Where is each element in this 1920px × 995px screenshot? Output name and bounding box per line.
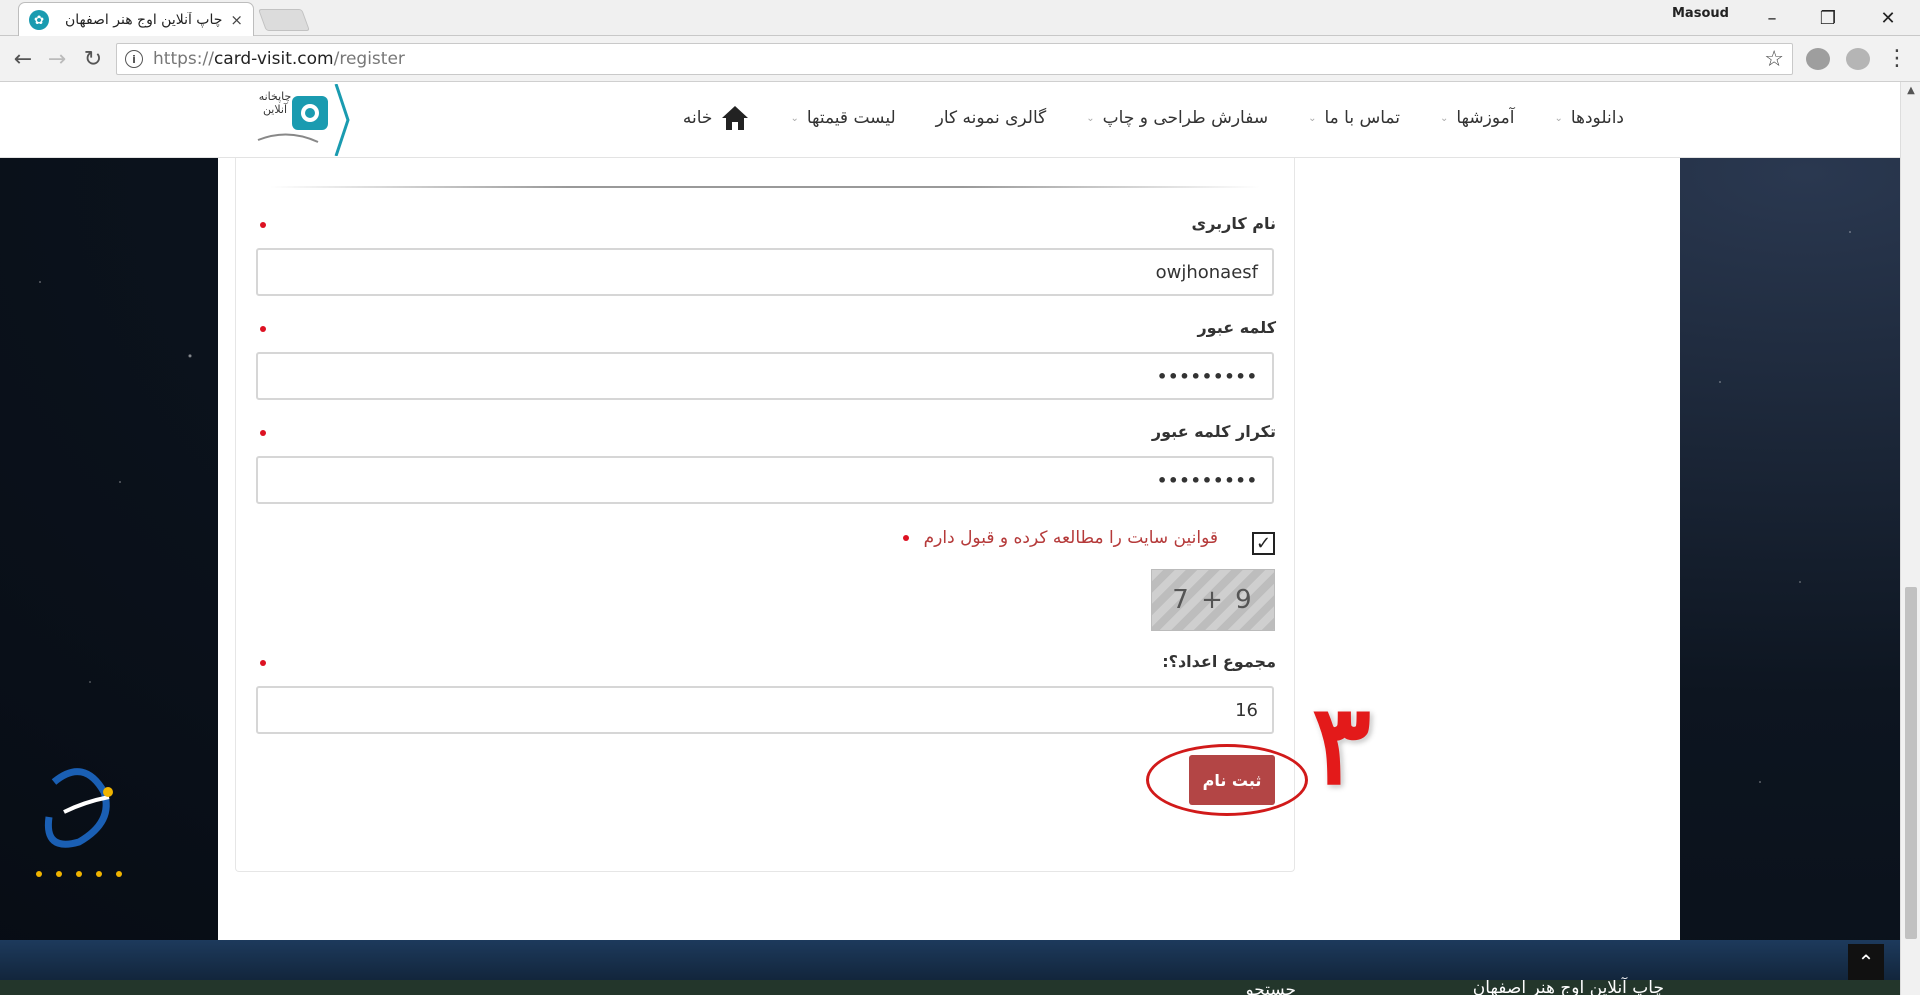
- chevron-down-icon: ⌄: [790, 112, 799, 124]
- password-confirm-label: تکرار کلمه عبور: [1151, 422, 1276, 441]
- profile-name[interactable]: Masoud: [1672, 6, 1729, 21]
- page-scrollbar[interactable]: ▲: [1900, 82, 1920, 995]
- extension-cloud-icon[interactable]: [1846, 48, 1870, 70]
- password-label: کلمه عبور: [1197, 318, 1276, 337]
- main-nav: خانه لیست قیمتها ⌄ گالری نمونه کار سفارش…: [643, 98, 1624, 138]
- nav-label-order: سفارش طراحی و چاپ: [1102, 108, 1269, 128]
- nav-label-gallery: گالری نمونه کار: [935, 108, 1047, 128]
- site-header: چاپخانه آنلاین خانه لیست قیمتها ⌄ گالری …: [0, 82, 1900, 158]
- enamad-trust-badge[interactable]: [24, 762, 134, 882]
- footer-title: چاپ آنلاین اوج هنر اصفهان: [1472, 978, 1664, 995]
- info-icon[interactable]: i: [125, 50, 143, 68]
- username-label: نام کاربری: [1191, 214, 1276, 233]
- browser-toolbar: ← → ↻ i https://card-visit.com/register …: [0, 36, 1920, 82]
- divider: [270, 186, 1260, 188]
- nav-item-tutorials[interactable]: آموزشها ⌄: [1440, 108, 1514, 128]
- tab-close-icon[interactable]: ×: [230, 11, 243, 29]
- annotation-step-number: ۳: [1312, 680, 1372, 809]
- nav-label-contact: تماس با ما: [1324, 108, 1400, 128]
- site-favicon-icon: ✿: [29, 9, 49, 30]
- back-button[interactable]: ←: [8, 44, 38, 74]
- page-viewport: چاپخانه آنلاین خانه لیست قیمتها ⌄ گالری …: [0, 82, 1900, 995]
- captcha-image: 7 + 9: [1151, 569, 1275, 631]
- nav-item-price-list[interactable]: لیست قیمتها ⌄: [790, 108, 895, 128]
- nav-item-downloads[interactable]: دانلودها ⌄: [1554, 108, 1624, 128]
- nav-label-downloads: دانلودها: [1570, 108, 1624, 128]
- captcha-sum-input[interactable]: 16: [256, 686, 1274, 734]
- restore-button[interactable]: ❐: [1800, 2, 1856, 34]
- extension-icon[interactable]: [1806, 48, 1830, 70]
- required-marker: [260, 430, 266, 436]
- minimize-button[interactable]: –: [1744, 2, 1800, 34]
- browser-tab[interactable]: ✿ چاپ آنلاین اوج هنر اصفهان ×: [18, 2, 254, 36]
- required-marker: [903, 535, 909, 541]
- new-tab-button[interactable]: [257, 9, 311, 31]
- forward-button[interactable]: →: [42, 44, 72, 74]
- scroll-up-icon[interactable]: ▲: [1901, 82, 1920, 98]
- scroll-thumb[interactable]: [1905, 587, 1917, 939]
- terms-label[interactable]: قوانین سایت را مطالعه کرده و قبول دارم: [924, 528, 1218, 548]
- annotation-highlight-ring: [1146, 744, 1308, 816]
- nav-item-contact[interactable]: تماس با ما ⌄: [1308, 108, 1400, 128]
- footer-search-heading: جستجو: [1245, 980, 1296, 995]
- url-path: /register: [333, 49, 405, 69]
- captcha-sum-label: مجموع اعداد؟:: [1162, 652, 1276, 671]
- site-footer: چاپ آنلاین اوج هنر اصفهان جستجو: [0, 940, 1900, 995]
- nav-item-home[interactable]: خانه: [683, 104, 751, 132]
- nav-label-home: خانه: [682, 108, 713, 128]
- browser-titlebar: ✿ چاپ آنلاین اوج هنر اصفهان × Masoud – ❐…: [0, 0, 1920, 36]
- close-window-button[interactable]: ✕: [1860, 2, 1916, 34]
- nav-label-price-list: لیست قیمتها: [806, 108, 896, 128]
- password-input[interactable]: •••••••••: [256, 352, 1274, 400]
- required-marker: [260, 660, 266, 666]
- chevron-down-icon: ⌄: [1439, 112, 1449, 124]
- chevron-down-icon: ⌄: [1554, 112, 1563, 124]
- nav-label-tutorials: آموزشها: [1456, 108, 1515, 128]
- nav-item-order[interactable]: سفارش طراحی و چاپ ⌄: [1086, 108, 1268, 128]
- bookmark-star-icon[interactable]: ☆: [1764, 47, 1784, 72]
- reload-button[interactable]: ↻: [78, 44, 108, 74]
- logo-text: چاپخانه آنلاین: [258, 90, 292, 116]
- url-text[interactable]: https://card-visit.com/register: [153, 49, 1764, 69]
- required-marker: [260, 326, 266, 332]
- tab-title: چاپ آنلاین اوج هنر اصفهان: [64, 11, 223, 28]
- required-marker: [260, 222, 266, 228]
- url-host: card-visit.com: [213, 49, 334, 69]
- home-icon: [722, 106, 749, 130]
- site-logo[interactable]: چاپخانه آنلاین: [248, 84, 352, 156]
- chevron-down-icon: ⌄: [1308, 112, 1317, 124]
- chevron-down-icon: ⌄: [1086, 112, 1095, 124]
- url-prefix: https://: [153, 49, 214, 69]
- back-to-top-icon[interactable]: ⌃: [1848, 944, 1884, 980]
- nav-item-gallery[interactable]: گالری نمونه کار: [936, 108, 1047, 128]
- address-bar[interactable]: i https://card-visit.com/register ☆: [116, 43, 1793, 75]
- password-confirm-input[interactable]: •••••••••: [256, 456, 1274, 504]
- username-input[interactable]: owjhonaesf: [256, 248, 1274, 296]
- terms-checkbox[interactable]: ✓: [1252, 532, 1275, 555]
- browser-menu-icon[interactable]: ⋮: [1886, 46, 1908, 71]
